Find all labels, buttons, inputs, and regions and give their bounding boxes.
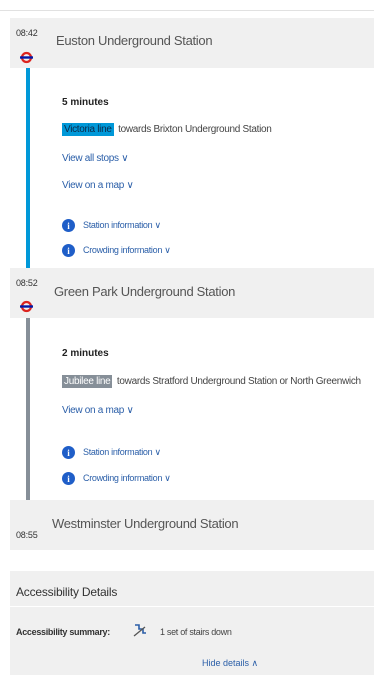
arrival-time: 08:52 (16, 278, 38, 288)
station-name: Green Park Underground Station (54, 284, 236, 299)
info-icon: i (62, 446, 75, 459)
info-icon: i (62, 244, 75, 257)
accessibility-panel: Accessibility Details Accessibility summ… (10, 571, 374, 675)
crowding-information-label: Crowding information ∨ (83, 245, 171, 255)
leg-route: Victoria line towards Brixton Undergroun… (62, 123, 272, 136)
station-name: Westminster Underground Station (52, 516, 239, 531)
accessibility-title: Accessibility Details (16, 585, 118, 599)
crowding-information-label: Crowding information ∨ (83, 473, 171, 483)
station-row-westminster[interactable]: 08:55 Westminster Underground Station (10, 500, 374, 550)
crowding-information-toggle[interactable]: i Crowding information ∨ (62, 244, 171, 257)
line-badge-victoria: Victoria line (62, 123, 114, 136)
line-badge-jubilee: Jubilee line (62, 375, 113, 388)
view-all-stops-link[interactable]: View all stops ∨ (62, 153, 129, 164)
hide-details-button[interactable]: Hide details ∧ (202, 658, 258, 669)
info-icon: i (62, 472, 75, 485)
crowding-information-toggle[interactable]: i Crowding information ∨ (62, 472, 171, 485)
route-direction: towards Brixton Underground Station (118, 124, 272, 135)
leg-duration: 2 minutes (62, 348, 109, 359)
route-direction: towards Stratford Underground Station or… (116, 376, 361, 387)
accessibility-summary-value: 1 set of stairs down (160, 627, 232, 637)
view-on-map-link[interactable]: View on a map ∨ (62, 180, 134, 191)
departure-time: 08:42 (16, 28, 38, 38)
station-information-toggle[interactable]: i Station information ∨ (62, 219, 161, 232)
station-name: Euston Underground Station (56, 33, 213, 48)
arrival-time: 08:55 (16, 530, 38, 540)
top-divider (0, 10, 374, 11)
underground-roundel-icon (20, 51, 33, 64)
station-row-euston[interactable]: 08:42 Euston Underground Station (10, 18, 374, 68)
underground-roundel-icon (20, 300, 33, 313)
info-icon: i (62, 219, 75, 232)
accessibility-divider (10, 606, 374, 607)
view-on-map-link[interactable]: View on a map ∨ (62, 405, 134, 416)
station-information-toggle[interactable]: i Station information ∨ (62, 446, 161, 459)
station-information-label: Station information ∨ (83, 447, 161, 457)
leg-line-victoria (26, 68, 30, 268)
leg-route: Jubilee line towards Stratford Undergrou… (62, 375, 361, 388)
leg-line-jubilee (26, 318, 30, 508)
station-row-green-park[interactable]: 08:52 Green Park Underground Station (10, 268, 374, 318)
accessibility-summary-label: Accessibility summary: (16, 627, 110, 637)
station-information-label: Station information ∨ (83, 220, 161, 230)
stairs-down-icon (133, 624, 146, 637)
leg-duration: 5 minutes (62, 97, 109, 108)
